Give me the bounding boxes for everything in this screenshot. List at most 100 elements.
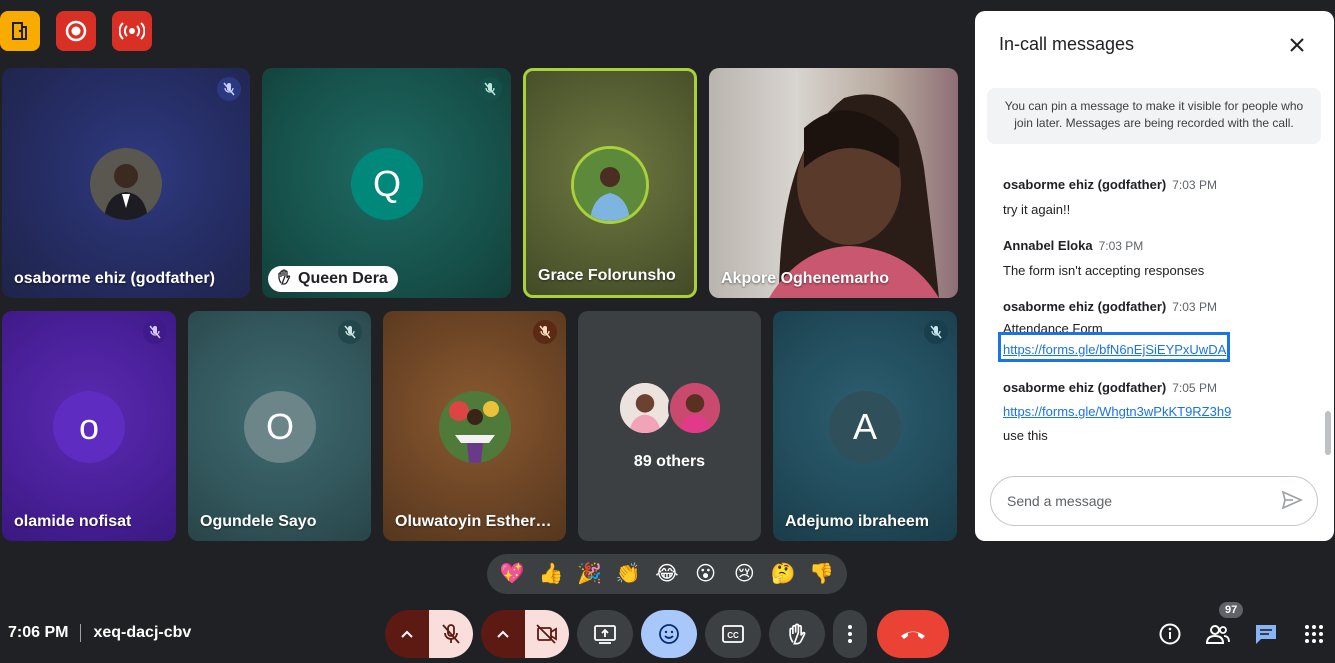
others-tile[interactable]: 89 others <box>578 311 761 541</box>
participant-name: osaborme ehiz (godfather) <box>14 270 215 287</box>
meeting-details-button[interactable] <box>1156 620 1184 648</box>
mic-off-icon <box>924 320 948 344</box>
highlight-box <box>998 332 1230 362</box>
mic-off-icon <box>533 320 557 344</box>
message-link[interactable]: https://forms.gle/Whgtn3wPkKT9RZ3h9 <box>1003 404 1313 419</box>
raised-hand-badge: Queen Dera <box>268 266 398 292</box>
captions-icon: CC <box>722 625 744 643</box>
mic-off-icon <box>478 77 502 101</box>
reaction-party[interactable]: 🎉 <box>574 558 606 590</box>
avatar <box>571 146 649 224</box>
participant-tile-speaking[interactable]: Grace Folorunsho <box>523 68 697 298</box>
reactions-button[interactable] <box>641 610 697 658</box>
reaction-thinking[interactable]: 🤔 <box>767 558 799 590</box>
emoji-icon <box>659 624 679 644</box>
reaction-thumbs-up[interactable]: 👍 <box>535 558 567 590</box>
chat-message: osaborme ehiz (godfather) 7:05 PM https:/… <box>1003 380 1313 443</box>
people-icon <box>1205 625 1230 644</box>
mic-options-chevron-icon[interactable] <box>385 610 429 658</box>
door-icon[interactable] <box>0 11 40 51</box>
more-options-button[interactable] <box>833 610 867 658</box>
more-vert-icon <box>848 625 852 643</box>
reaction-laugh[interactable]: 😂 <box>651 558 683 590</box>
message-text: The form isn't accepting responses <box>1003 263 1205 278</box>
participant-name: Adejumo ibraheem <box>785 513 930 530</box>
message-sender: Annabel Eloka <box>1003 238 1093 253</box>
message-sender: osaborme ehiz (godfather) <box>1003 177 1167 192</box>
message-time: 7:03 PM <box>1172 178 1217 192</box>
avatar <box>618 381 672 435</box>
mic-off-button[interactable] <box>429 610 473 658</box>
participant-tile-video[interactable]: Akpore Oghenemarho <box>709 68 958 298</box>
message-time: 7:05 PM <box>1172 381 1217 395</box>
reaction-surprised[interactable]: 😮 <box>690 558 722 590</box>
avatar <box>439 391 511 463</box>
meeting-info: 7:06 PM xeq-dacj-cbv <box>8 624 191 642</box>
chat-button[interactable] <box>1252 620 1280 648</box>
message-header: osaborme ehiz (godfather) 7:03 PM <box>1003 299 1313 314</box>
message-time: 7:03 PM <box>1172 300 1217 314</box>
message-header: osaborme ehiz (godfather) 7:05 PM <box>1003 380 1313 395</box>
info-icon <box>1159 623 1181 645</box>
panel-title: In-call messages <box>999 34 1135 54</box>
present-screen-button[interactable] <box>577 610 633 658</box>
divider <box>80 624 82 642</box>
record-icon[interactable] <box>56 11 96 51</box>
present-icon <box>594 625 616 644</box>
participant-tile[interactable]: Q Queen Dera <box>262 68 511 298</box>
leave-call-button[interactable] <box>877 610 949 658</box>
reaction-thumbs-down[interactable]: 👎 <box>806 558 838 590</box>
mic-off-icon <box>217 77 241 101</box>
message-text: try it again!! <box>1003 202 1071 217</box>
participant-tile[interactable]: O Ogundele Sayo <box>188 311 371 541</box>
participant-name: Queen Dera <box>298 270 388 287</box>
raised-hand-icon <box>276 268 292 290</box>
others-count: 89 others <box>633 453 706 470</box>
avatar <box>90 148 162 220</box>
chat-icon <box>1256 625 1276 644</box>
camera-options-chevron-icon[interactable] <box>481 610 525 658</box>
mic-control <box>385 610 473 658</box>
scrollbar[interactable] <box>1325 411 1331 455</box>
activities-button[interactable] <box>1300 620 1328 648</box>
people-button[interactable] <box>1204 620 1232 648</box>
participant-name: Ogundele Sayo <box>200 513 317 530</box>
avatar: A <box>829 391 901 463</box>
participant-tile[interactable]: Oluwatoyin Esther… <box>383 311 566 541</box>
end-call-icon <box>901 631 925 639</box>
message-text: use this <box>1003 428 1048 443</box>
clock-time: 7:06 PM <box>8 624 69 641</box>
reaction-clap[interactable]: 👏 <box>612 558 644 590</box>
message-time: 7:03 PM <box>1098 239 1144 253</box>
apps-grid-icon <box>1305 625 1323 643</box>
svg-text:CC: CC <box>727 631 739 640</box>
mic-off-icon <box>143 320 167 344</box>
participant-name: olamide nofisat <box>14 513 132 530</box>
message-sender: osaborme ehiz (godfather) <box>1003 380 1167 395</box>
participant-name: Oluwatoyin Esther… <box>395 513 552 530</box>
raise-hand-icon <box>789 623 806 645</box>
close-icon[interactable] <box>1285 33 1309 57</box>
message-sender: osaborme ehiz (godfather) <box>1003 299 1167 314</box>
broadcast-icon[interactable] <box>112 11 152 51</box>
avatar: o <box>53 391 125 463</box>
raise-hand-button[interactable] <box>769 610 825 658</box>
message-header: Annabel Eloka 7:03 PM <box>1003 238 1313 253</box>
message-header: osaborme ehiz (godfather) 7:03 PM <box>1003 177 1313 192</box>
pin-message-note: You can pin a message to make it visible… <box>987 88 1321 144</box>
meeting-code: xeq-dacj-cbv <box>93 624 192 641</box>
reactions-bar: 💖 👍 🎉 👏 😂 😮 😢 🤔 👎 <box>487 554 847 594</box>
send-icon[interactable] <box>1281 490 1303 513</box>
message-composer[interactable]: Send a message <box>990 476 1318 526</box>
reaction-sad[interactable]: 😢 <box>728 558 760 590</box>
avatar: Q <box>351 148 423 220</box>
camera-off-button[interactable] <box>525 610 569 658</box>
reaction-heart[interactable]: 💖 <box>496 558 528 590</box>
message-input[interactable]: Send a message <box>1007 493 1112 509</box>
participant-tile[interactable]: A Adejumo ibraheem <box>773 311 957 541</box>
captions-button[interactable]: CC <box>705 610 761 658</box>
avatar <box>668 381 722 435</box>
mic-off-icon <box>338 320 362 344</box>
participant-tile[interactable]: osaborme ehiz (godfather) <box>2 68 250 298</box>
participant-tile[interactable]: o olamide nofisat <box>2 311 176 541</box>
